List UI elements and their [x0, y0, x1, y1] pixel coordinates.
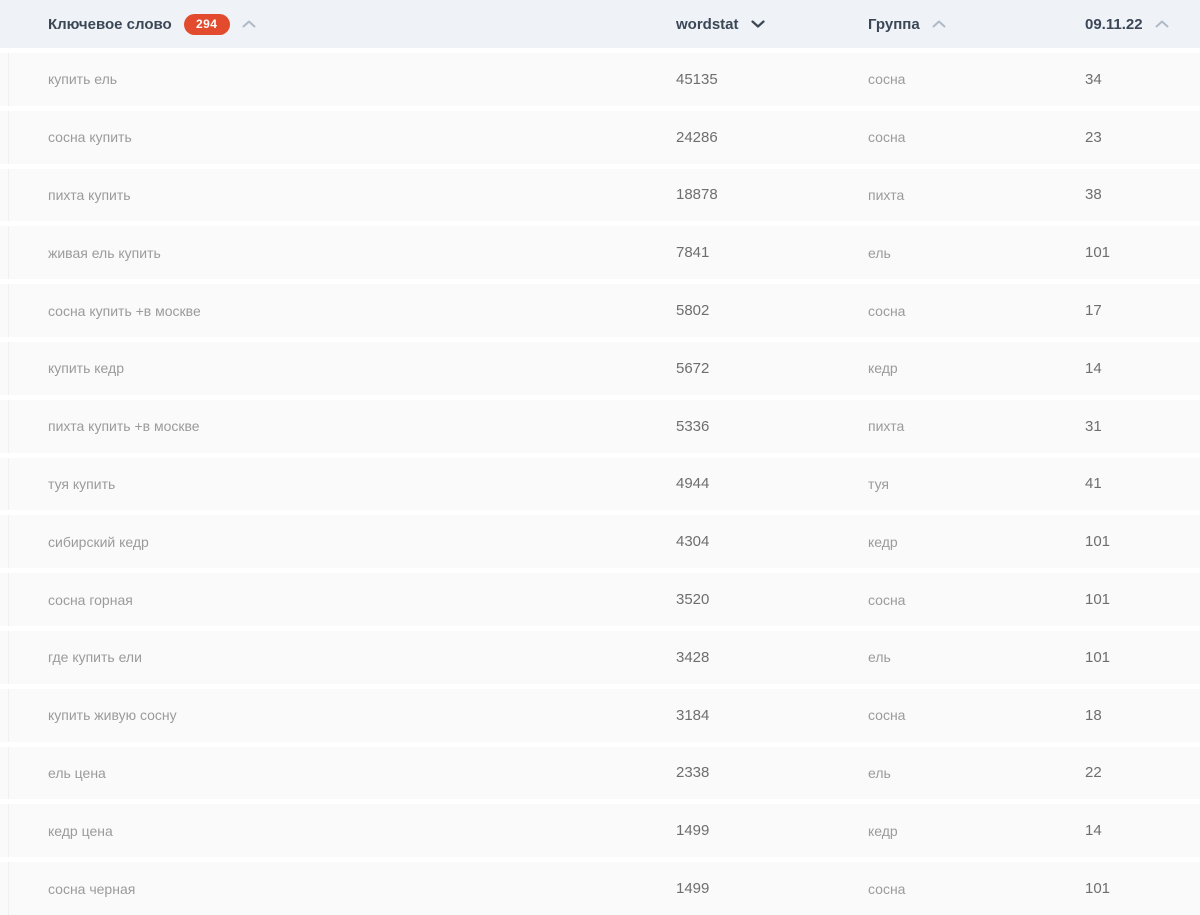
keyword-cell: туя купить [48, 475, 116, 492]
date-cell: 101 [1085, 244, 1111, 262]
wordstat-cell: 1499 [676, 880, 710, 898]
date-cell: 17 [1085, 302, 1102, 320]
group-cell: кедр [868, 533, 898, 550]
table-header-row: Ключевое слово 294 wordstat Группа 09.11… [0, 0, 1200, 48]
group-cell: кедр [868, 822, 898, 839]
wordstat-cell: 5672 [676, 359, 710, 377]
table-row[interactable]: сосна купить +в москве 5802 сосна 17 [0, 279, 1200, 337]
date-cell: 18 [1085, 706, 1102, 724]
keyword-cell: купить кедр [48, 360, 124, 377]
table-row[interactable]: где купить ели 3428 ель 101 [0, 625, 1200, 684]
wordstat-cell: 3184 [676, 706, 710, 724]
wordstat-cell: 1499 [676, 822, 710, 840]
keyword-cell: сибирский кедр [48, 533, 149, 550]
keyword-cell: купить живую сосну [48, 707, 177, 724]
keyword-cell: ель цена [48, 764, 106, 781]
keyword-cell: живая ель купить [48, 244, 161, 261]
table-row[interactable]: пихта купить 18878 пихта 38 [0, 163, 1200, 222]
keyword-cell: сосна купить +в москве [48, 302, 201, 319]
column-header-wordstat[interactable]: wordstat [676, 16, 868, 33]
group-cell: сосна [868, 129, 906, 146]
date-cell: 101 [1085, 648, 1111, 666]
date-cell: 31 [1085, 417, 1102, 435]
column-header-date-label: 09.11.22 [1085, 15, 1143, 33]
column-header-date[interactable]: 09.11.22 [1085, 16, 1200, 33]
keyword-cell: пихта купить [48, 186, 131, 203]
table-row[interactable]: живая ель купить 7841 ель 101 [0, 221, 1200, 280]
wordstat-cell: 2338 [676, 764, 710, 782]
keyword-cell: купить ель [48, 71, 118, 88]
group-cell: сосна [868, 302, 906, 319]
wordstat-cell: 3428 [676, 648, 710, 666]
sort-asc-icon [242, 20, 256, 28]
wordstat-cell: 18878 [676, 186, 718, 204]
group-cell: сосна [868, 707, 906, 724]
wordstat-cell: 4304 [676, 533, 710, 551]
date-cell: 38 [1085, 186, 1102, 204]
date-cell: 14 [1085, 359, 1102, 377]
group-cell: пихта [868, 186, 905, 203]
group-cell: сосна [868, 591, 906, 608]
group-cell: ель [868, 649, 891, 666]
column-header-group[interactable]: Группа [868, 16, 1085, 33]
group-cell: ель [868, 764, 891, 781]
table-row[interactable]: сосна купить 24286 сосна 23 [0, 105, 1200, 164]
keyword-cell: сосна купить [48, 129, 132, 146]
column-header-keyword[interactable]: Ключевое слово 294 [48, 13, 676, 35]
group-cell: сосна [868, 71, 906, 88]
column-header-wordstat-label: wordstat [676, 15, 739, 33]
wordstat-cell: 7841 [676, 244, 710, 262]
sort-desc-icon [750, 20, 765, 28]
keyword-cell: кедр цена [48, 822, 113, 839]
keyword-cell: сосна черная [48, 880, 136, 897]
sort-asc-icon [1155, 20, 1169, 28]
table-row[interactable]: купить живую сосну 3184 сосна 18 [0, 683, 1200, 742]
wordstat-cell: 5336 [676, 417, 710, 435]
table-row[interactable]: пихта купить +в москве 5336 пихта 31 [0, 394, 1200, 453]
wordstat-cell: 24286 [676, 128, 718, 146]
group-cell: кедр [868, 360, 898, 377]
wordstat-cell: 4944 [676, 475, 710, 493]
date-cell: 14 [1085, 822, 1102, 840]
table-row[interactable]: сибирский кедр 4304 кедр 101 [0, 510, 1200, 569]
table-row[interactable]: туя купить 4944 туя 41 [0, 452, 1200, 511]
group-cell: пихта [868, 418, 905, 435]
keyword-cell: сосна горная [48, 591, 133, 608]
date-cell: 22 [1085, 764, 1102, 782]
table-row[interactable]: кедр цена 1499 кедр 14 [0, 799, 1200, 858]
date-cell: 41 [1085, 475, 1102, 493]
date-cell: 101 [1085, 591, 1111, 609]
column-header-keyword-label: Ключевое слово [48, 15, 172, 33]
group-cell: ель [868, 244, 891, 261]
table-row[interactable]: сосна черная 1499 сосна 101 [0, 857, 1200, 915]
table-row[interactable]: купить кедр 5672 кедр 14 [0, 336, 1200, 395]
keyword-cell: пихта купить +в москве [48, 418, 200, 435]
date-cell: 23 [1085, 128, 1102, 146]
date-cell: 34 [1085, 70, 1102, 88]
table-row[interactable]: ель цена 2338 ель 22 [0, 741, 1200, 800]
sort-asc-icon [932, 20, 946, 28]
wordstat-cell: 3520 [676, 591, 710, 609]
date-cell: 101 [1085, 880, 1111, 898]
group-cell: сосна [868, 880, 906, 897]
keyword-cell: где купить ели [48, 649, 142, 666]
wordstat-cell: 45135 [676, 70, 718, 88]
keywords-table: Ключевое слово 294 wordstat Группа 09.11… [0, 0, 1200, 915]
keyword-count-badge: 294 [183, 13, 230, 35]
date-cell: 101 [1085, 533, 1111, 551]
column-header-group-label: Группа [868, 15, 920, 33]
table-row[interactable]: купить ель 45135 сосна 34 [0, 48, 1200, 106]
table-row[interactable]: сосна горная 3520 сосна 101 [0, 568, 1200, 626]
group-cell: туя [868, 475, 889, 492]
wordstat-cell: 5802 [676, 302, 710, 320]
table-body: купить ель 45135 сосна 34 сосна купить 2… [0, 48, 1200, 915]
